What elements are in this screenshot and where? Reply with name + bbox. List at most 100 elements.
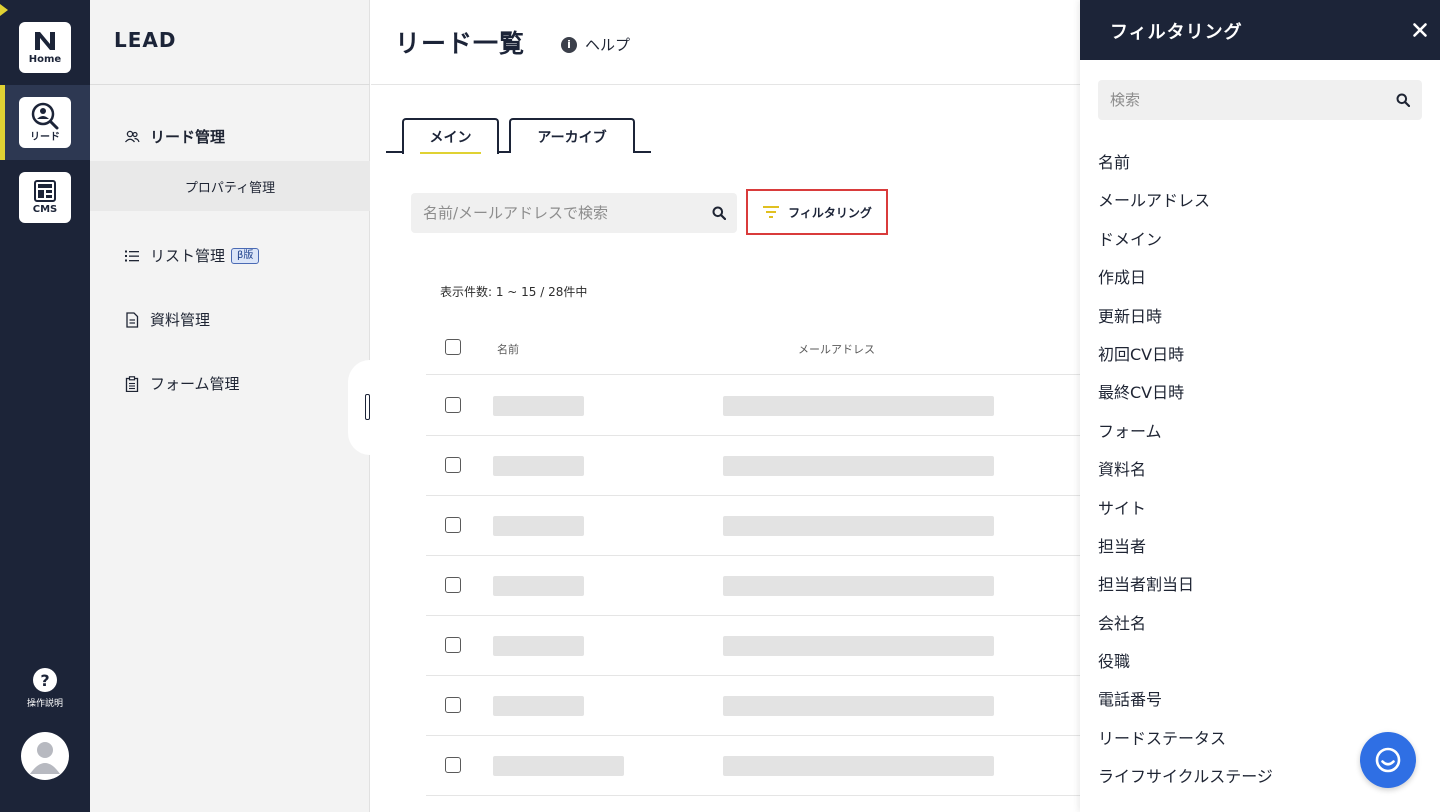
table-row[interactable]	[426, 496, 1080, 556]
tab-label: アーカイブ	[537, 129, 607, 146]
sidebar-item-label: リスト管理	[150, 247, 226, 265]
lead-search-icon	[31, 102, 59, 129]
info-icon: i	[561, 36, 577, 53]
beta-badge: β版	[231, 247, 260, 264]
sidebar-item-document-management[interactable]: 資料管理	[124, 309, 210, 330]
sidebar-item-label: フォーム管理	[150, 375, 240, 393]
rail-help-button[interactable]: ? 操作説明	[20, 668, 70, 709]
rail-active-indicator	[0, 85, 5, 160]
rail-item-home[interactable]: Home	[19, 22, 71, 73]
filter-field-item[interactable]: 初回CV日時	[1098, 336, 1422, 374]
loading-placeholder	[493, 696, 584, 716]
users-icon	[124, 130, 140, 142]
table-row[interactable]	[426, 436, 1080, 496]
sidebar-collapse-handle[interactable]	[365, 394, 370, 420]
rail-corner-accent	[0, 4, 8, 16]
main-content: リード一覧 i ヘルプ メイン アーカイブ フィルタリング 表示件数: 1 ~ …	[371, 0, 1080, 812]
rail-item-lead[interactable]: リード	[19, 97, 71, 148]
loading-placeholder	[723, 756, 994, 776]
row-checkbox[interactable]	[445, 517, 461, 533]
sidebar-divider	[90, 84, 370, 85]
rail-item-cms[interactable]: CMS	[19, 172, 71, 223]
table-row[interactable]	[426, 616, 1080, 676]
row-checkbox[interactable]	[445, 457, 461, 473]
filter-field-item[interactable]: 最終CV日時	[1098, 374, 1422, 412]
help-link[interactable]: i ヘルプ	[561, 34, 630, 55]
filter-field-list: 名前 メールアドレス ドメイン 作成日 更新日時 初回CV日時 最終CV日時 フ…	[1098, 144, 1422, 797]
filter-field-item[interactable]: 役職	[1098, 643, 1422, 681]
filter-field-item[interactable]: 会社名	[1098, 605, 1422, 643]
sidebar-item-list-management[interactable]: リスト管理 β版	[124, 245, 260, 266]
loading-placeholder	[723, 456, 994, 476]
chat-launcher-button[interactable]	[1360, 732, 1416, 788]
select-all-checkbox[interactable]	[445, 339, 461, 355]
lead-search-box	[411, 193, 737, 233]
filter-field-item[interactable]: 資料名	[1098, 451, 1422, 489]
tab-archive[interactable]: アーカイブ	[509, 118, 635, 153]
sidebar-item-property-management[interactable]: プロパティ管理	[90, 161, 370, 211]
search-icon[interactable]	[1396, 93, 1410, 107]
filter-icon	[763, 206, 780, 218]
filter-field-item[interactable]: 担当者割当日	[1098, 566, 1422, 604]
loading-placeholder	[493, 456, 584, 476]
sidebar-item-label: 資料管理	[150, 311, 211, 329]
row-checkbox[interactable]	[445, 697, 461, 713]
table-row[interactable]	[426, 676, 1080, 736]
chat-icon	[1375, 747, 1401, 773]
table-row[interactable]	[426, 736, 1080, 796]
column-header-email: メールアドレス	[798, 343, 875, 356]
lead-search-input[interactable]	[423, 193, 703, 233]
sidebar-item-lead-management[interactable]: リード管理	[124, 126, 225, 147]
app-rail: Home リード CMS ? 操作説明	[0, 0, 90, 812]
loading-placeholder	[723, 696, 994, 716]
loading-placeholder	[723, 516, 994, 536]
sidebar: LEAD リード管理 プロパティ管理 リスト管理 β版 資料管理 フォーム管理	[90, 0, 370, 812]
result-count: 表示件数: 1 ~ 15 / 28件中	[440, 285, 588, 299]
filter-field-item[interactable]: 作成日	[1098, 259, 1422, 297]
row-checkbox[interactable]	[445, 577, 461, 593]
close-icon[interactable]	[1412, 22, 1428, 38]
document-icon	[126, 311, 139, 328]
list-icon	[125, 250, 139, 261]
loading-placeholder	[723, 576, 994, 596]
loading-placeholder	[493, 576, 584, 596]
rail-item-label: リード	[30, 131, 60, 143]
tab-label: メイン	[429, 130, 472, 146]
sidebar-item-label: リード管理	[150, 128, 226, 146]
search-icon[interactable]	[712, 206, 726, 220]
filter-field-item[interactable]: 電話番号	[1098, 681, 1422, 719]
filter-panel-title: フィルタリング	[1110, 22, 1243, 43]
filter-button-label: フィルタリング	[788, 205, 872, 220]
user-avatar[interactable]	[21, 732, 69, 780]
filter-search-input[interactable]	[1110, 80, 1380, 120]
avatar-person-icon	[30, 742, 60, 774]
sidebar-brand: LEAD	[114, 28, 177, 52]
loading-placeholder	[493, 636, 584, 656]
home-logo-icon	[35, 31, 55, 50]
filter-field-item[interactable]: フォーム	[1098, 413, 1422, 451]
filter-field-item[interactable]: 名前	[1098, 144, 1422, 182]
help-link-label: ヘルプ	[585, 36, 631, 54]
filter-panel-header: フィルタリング	[1080, 0, 1440, 60]
filter-field-item[interactable]: ドメイン	[1098, 221, 1422, 259]
sidebar-item-form-management[interactable]: フォーム管理	[124, 373, 240, 394]
column-header-name: 名前	[497, 343, 519, 356]
table-row[interactable]	[426, 376, 1080, 436]
row-checkbox[interactable]	[445, 397, 461, 413]
page-title: リード一覧	[395, 29, 526, 58]
rail-help-label: 操作説明	[26, 699, 63, 709]
filter-field-item[interactable]: 更新日時	[1098, 298, 1422, 336]
loading-placeholder	[493, 756, 624, 776]
cms-icon	[34, 179, 56, 202]
filter-field-item[interactable]: 担当者	[1098, 528, 1422, 566]
sidebar-item-label: プロパティ管理	[184, 180, 276, 196]
rail-item-label: CMS	[32, 203, 58, 215]
filter-button[interactable]: フィルタリング	[746, 189, 888, 235]
filter-field-item[interactable]: サイト	[1098, 490, 1422, 528]
table-row[interactable]	[426, 556, 1080, 616]
tab-main[interactable]: メイン	[402, 118, 499, 154]
row-checkbox[interactable]	[445, 757, 461, 773]
filter-field-item[interactable]: メールアドレス	[1098, 182, 1422, 220]
row-checkbox[interactable]	[445, 637, 461, 653]
loading-placeholder	[493, 396, 584, 416]
